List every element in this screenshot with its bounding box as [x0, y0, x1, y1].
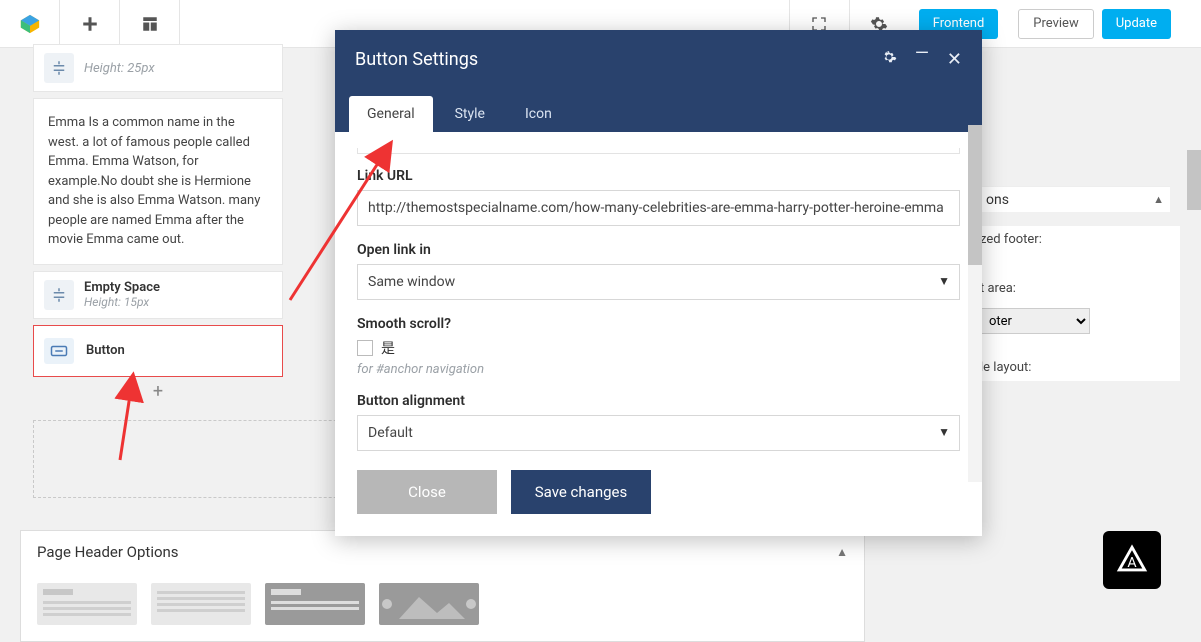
empty-space-icon [44, 280, 74, 310]
button-alignment-select[interactable]: Default [357, 415, 960, 451]
button-alignment-label: Button alignment [357, 393, 960, 409]
header-layout-thumb-3[interactable] [265, 583, 365, 625]
pho-title: Page Header Options [37, 543, 179, 561]
tab-style[interactable]: Style [437, 96, 503, 132]
modal-scrollbar-thumb[interactable] [968, 125, 982, 265]
prev-field-bottom-edge [357, 148, 960, 154]
empty-space-sub-2: Height: 15px [84, 295, 160, 309]
page-header-options-panel: Page Header Options ▲ [20, 530, 865, 642]
save-changes-button[interactable]: Save changes [511, 470, 651, 514]
button-block-selected[interactable]: Button [33, 325, 283, 377]
area-select[interactable]: oter [980, 308, 1090, 334]
open-link-select[interactable]: Same window [357, 264, 960, 300]
modal-tabs: General Style Icon [335, 88, 982, 132]
link-url-label: Link URL [357, 168, 960, 184]
modal-minimize-icon[interactable]: — [915, 49, 929, 70]
smooth-scroll-label: Smooth scroll? [357, 316, 960, 332]
tab-icon[interactable]: Icon [507, 96, 570, 132]
update-button[interactable]: Update [1102, 9, 1171, 39]
button-block-label: Button [86, 343, 125, 358]
svg-text:A: A [1127, 555, 1137, 571]
empty-space-block-2[interactable]: Empty Space Height: 15px [33, 271, 283, 319]
right-panel: zed footer: t area: oter le layout: [980, 226, 1180, 381]
collapse-icon[interactable]: ▲ [836, 545, 848, 559]
header-layout-thumb-1[interactable] [37, 583, 137, 625]
right-panel-header-fragment[interactable]: ons ▲ [980, 186, 1170, 212]
editor-column: Height: 25px Emma Is a common name in th… [33, 44, 283, 407]
templates-button[interactable] [120, 0, 180, 48]
empty-space-block-1[interactable]: Height: 25px [33, 44, 283, 92]
header-layout-thumb-4[interactable] [379, 583, 479, 625]
accessibility-badge[interactable]: A [1103, 531, 1161, 589]
preview-button[interactable]: Preview [1018, 9, 1093, 39]
close-button[interactable]: Close [357, 470, 497, 514]
footer-label: zed footer: [980, 226, 1180, 253]
toolbar-left [0, 0, 180, 47]
tab-general[interactable]: General [349, 96, 433, 132]
add-block-plus[interactable]: + [33, 377, 283, 407]
open-link-label: Open link in [357, 242, 960, 258]
smooth-scroll-chk-label: 是 [381, 338, 395, 358]
page-scrollbar-thumb[interactable] [1187, 150, 1201, 210]
layout-label: le layout: [980, 354, 1180, 381]
pho-thumbnails [21, 573, 864, 641]
button-block-icon [44, 338, 74, 364]
modal-footer: Close Save changes [335, 454, 982, 536]
pho-header[interactable]: Page Header Options ▲ [21, 531, 864, 573]
empty-space-sub-1: Height: 25px [84, 61, 155, 76]
collapse-icon[interactable]: ▲ [1153, 193, 1164, 206]
add-element-button[interactable] [60, 0, 120, 48]
text-block[interactable]: Emma Is a common name in the west. a lot… [33, 98, 283, 265]
area-label: t area: [980, 275, 1180, 302]
smooth-scroll-checkbox[interactable] [357, 340, 373, 356]
smooth-scroll-hint: for #anchor navigation [357, 362, 960, 377]
link-url-input[interactable] [357, 190, 960, 226]
modal-gear-icon[interactable] [881, 49, 897, 70]
modal-header: Button Settings — ✕ [335, 30, 982, 88]
empty-space-icon [44, 53, 74, 83]
modal-title: Button Settings [355, 49, 478, 70]
empty-space-title-2: Empty Space [84, 280, 160, 295]
modal-close-icon[interactable]: ✕ [947, 49, 962, 70]
button-settings-modal: Button Settings — ✕ General Style Icon L… [335, 30, 982, 536]
header-layout-thumb-2[interactable] [151, 583, 251, 625]
modal-body: Link URL Open link in Same window ▼ Smoo… [335, 132, 982, 454]
wpbakery-logo[interactable] [0, 0, 60, 48]
